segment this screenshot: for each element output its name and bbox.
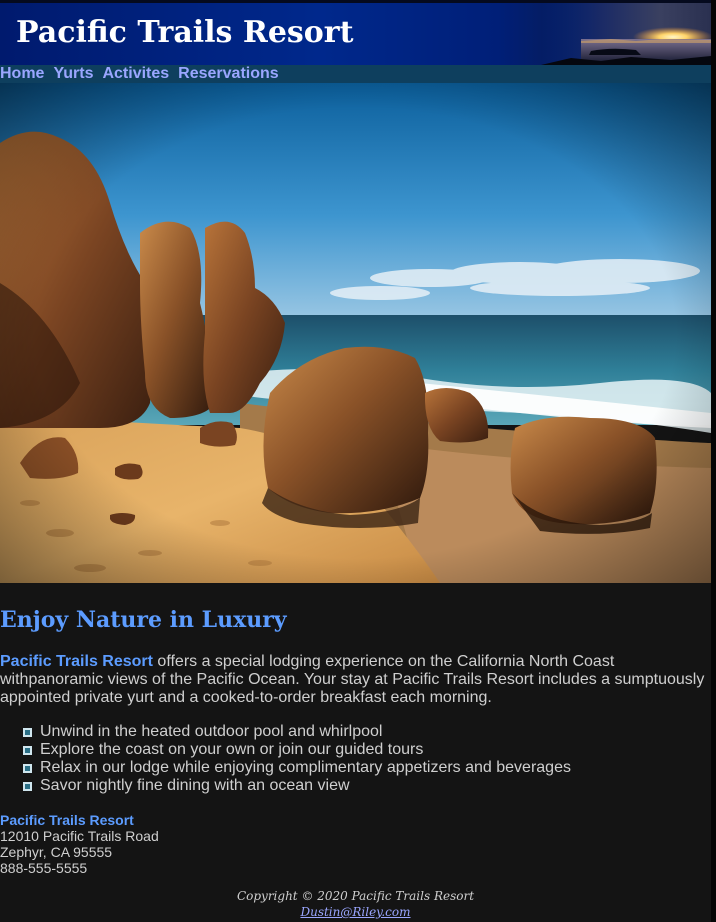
feature-text: Unwind in the heated outdoor pool and wh… [40,723,383,740]
list-item: Explore the coast on your own or join ou… [0,741,571,759]
square-bullet-icon [23,782,32,791]
copyright-text: Copyright © 2020 Pacific Trails Resort [236,889,475,903]
feature-text: Explore the coast on your own or join ou… [40,741,424,758]
nav-link-home[interactable]: Home [0,65,44,83]
site-header: Pacific Trails Resort [0,0,711,65]
site-title: Pacific Trails Resort [16,15,354,50]
hero-beach-image [0,83,711,583]
feature-text: Relax in our lodge while enjoying compli… [40,759,571,776]
site-footer: Copyright © 2020 Pacific Trails Resort D… [0,888,711,920]
nav-link-yurts[interactable]: Yurts [53,65,93,83]
contact-address: Pacific Trails Resort 12010 Pacific Trai… [0,812,159,876]
sunset-banner-image [541,3,711,65]
square-bullet-icon [23,764,32,773]
square-bullet-icon [23,728,32,737]
window-edge [711,0,716,922]
feature-text: Savor nightly fine dining with an ocean … [40,777,350,794]
address-name: Pacific Trails Resort [0,812,134,828]
features-list: Unwind in the heated outdoor pool and wh… [0,723,571,795]
nav-link-reservations[interactable]: Reservations [178,65,279,83]
intro-paragraph: Pacific Trails Resort offers a special l… [0,653,711,707]
address-street: 12010 Pacific Trails Road [0,828,159,844]
address-city: Zephyr, CA 95555 [0,844,113,860]
main-nav: Home Yurts Activites Reservations [0,65,711,83]
footer-email-link[interactable]: Dustin@Riley.com [300,905,410,919]
page: Pacific Trails Resort Home Yurts Activit… [0,0,711,922]
list-item: Savor nightly fine dining with an ocean … [0,777,571,795]
square-bullet-icon [23,746,32,755]
address-phone: 888-555-5555 [0,860,88,876]
intro-brand-name: Pacific Trails Resort [0,653,153,670]
list-item: Unwind in the heated outdoor pool and wh… [0,723,571,741]
nav-link-activites[interactable]: Activites [102,65,169,83]
main-heading: Enjoy Nature in Luxury [0,607,287,633]
list-item: Relax in our lodge while enjoying compli… [0,759,571,777]
